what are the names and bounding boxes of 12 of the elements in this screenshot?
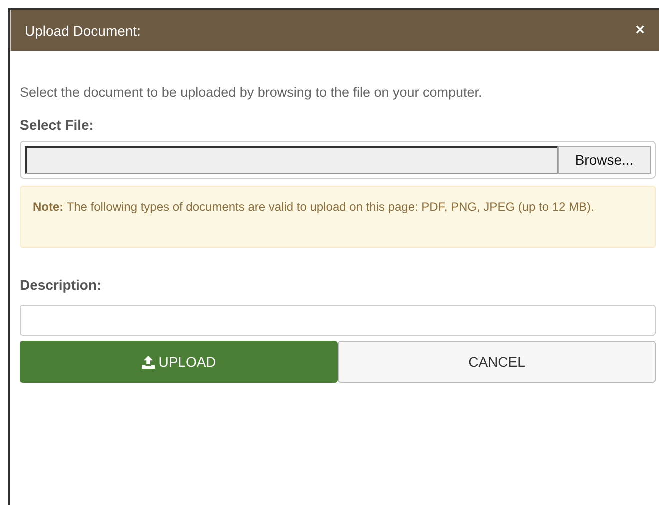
browse-button[interactable]: Browse... [558, 146, 651, 174]
note-text: Note: The following types of documents are valid to upload on this page: PDF, PNG, JPEG (up to 12 MB). [20, 186, 656, 248]
upload-button[interactable]: UPLOAD [20, 341, 338, 383]
upload-icon [142, 356, 155, 368]
field-label: Description: [20, 277, 103, 293]
cancel-button[interactable]: CANCEL [338, 341, 656, 383]
field-label: Select File: [20, 117, 95, 133]
dialog-title: Upload Document: [25, 22, 141, 38]
file-path-field[interactable] [25, 146, 558, 174]
close-button[interactable]: × [634, 22, 647, 40]
instruction-text: Select the document to be uploaded by browsing to the file on your computer. [20, 85, 484, 100]
description-field[interactable] [20, 305, 656, 336]
